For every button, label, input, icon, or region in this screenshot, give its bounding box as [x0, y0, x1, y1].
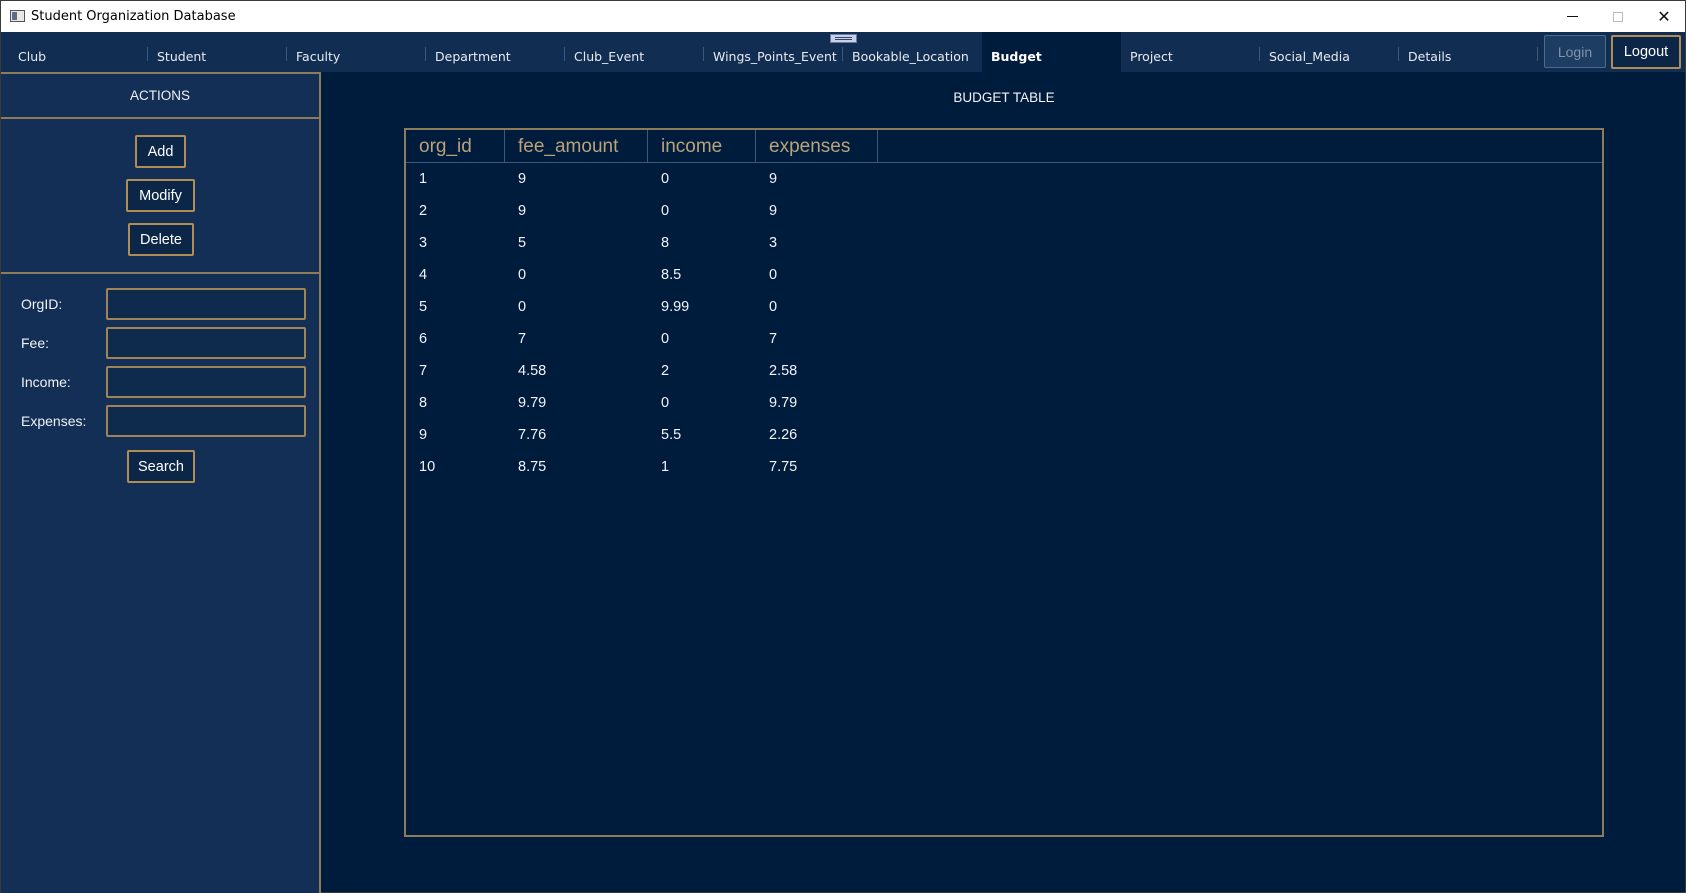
cell-fee-amount: 0: [518, 299, 527, 315]
window-title: Student Organization Database: [31, 9, 236, 24]
tab-details[interactable]: Details: [1399, 32, 1538, 72]
table-row[interactable]: 2 9 0 9: [406, 195, 1602, 227]
orgid-label: OrgID:: [21, 296, 63, 312]
cell-fee-amount: 5: [518, 235, 527, 251]
cell-expenses: 9.79: [769, 395, 798, 411]
column-header-org-id[interactable]: org_id: [406, 130, 505, 163]
search-button[interactable]: Search: [127, 450, 195, 483]
cell-expenses: 3: [769, 235, 778, 251]
cell-org-id: 8: [419, 395, 428, 411]
cell-income: 0: [661, 395, 670, 411]
table-row[interactable]: 8 9.79 0 9.79: [406, 387, 1602, 419]
expenses-label: Expenses:: [21, 413, 87, 429]
cell-income: 8: [661, 235, 670, 251]
cell-fee-amount: 9.79: [518, 395, 547, 411]
page-title: BUDGET TABLE: [953, 90, 1055, 105]
app-icon: [10, 10, 25, 22]
tab-department[interactable]: Department: [426, 32, 565, 72]
table-header: org_id fee_amount income expenses: [406, 130, 1602, 163]
cell-income: 0: [661, 171, 670, 187]
tab-project[interactable]: Project: [1121, 32, 1260, 72]
tab-club[interactable]: Club: [9, 32, 148, 72]
cell-fee-amount: 0: [518, 267, 527, 283]
table-row[interactable]: 10 8.75 1 7.75: [406, 451, 1602, 483]
tab-wings-points-event[interactable]: Wings_Points_Event: [704, 32, 843, 72]
actions-heading: ACTIONS: [1, 74, 319, 119]
cell-expenses: 0: [769, 299, 778, 315]
delete-button[interactable]: Delete: [128, 223, 194, 256]
cell-expenses: 0: [769, 267, 778, 283]
table-row[interactable]: 7 4.58 2 2.58: [406, 355, 1602, 387]
tab-budget[interactable]: Budget: [982, 32, 1121, 72]
cell-expenses: 9: [769, 171, 778, 187]
app-window: Student Organization Database ✕ Club Stu…: [0, 0, 1686, 893]
cell-fee-amount: 8.75: [518, 459, 547, 475]
cell-income: 2: [661, 363, 670, 379]
cell-fee-amount: 7.76: [518, 427, 547, 443]
tab-club-event[interactable]: Club_Event: [565, 32, 704, 72]
table-row[interactable]: 3 5 8 3: [406, 227, 1602, 259]
cell-org-id: 4: [419, 267, 428, 283]
table-row[interactable]: 9 7.76 5.5 2.26: [406, 419, 1602, 451]
cell-org-id: 6: [419, 331, 428, 347]
cell-org-id: 1: [419, 171, 428, 187]
cell-income: 8.5: [661, 267, 682, 283]
column-header-expenses[interactable]: expenses: [756, 130, 878, 163]
fee-field[interactable]: [106, 327, 306, 359]
cell-expenses: 2.26: [769, 427, 798, 443]
cell-income: 0: [661, 331, 670, 347]
cell-expenses: 9: [769, 203, 778, 219]
cell-income: 5.5: [661, 427, 682, 443]
close-button[interactable]: ✕: [1641, 1, 1686, 32]
cell-org-id: 3: [419, 235, 428, 251]
column-header-income[interactable]: income: [648, 130, 756, 163]
sidebar-divider: [1, 272, 319, 274]
cell-income: 9.99: [661, 299, 690, 315]
table-row[interactable]: 4 0 8.5 0: [406, 259, 1602, 291]
cell-org-id: 9: [419, 427, 428, 443]
cell-org-id: 10: [419, 459, 436, 475]
orgid-field[interactable]: [106, 288, 306, 320]
maximize-button[interactable]: [1595, 1, 1641, 32]
cell-expenses: 7: [769, 331, 778, 347]
tab-student[interactable]: Student: [148, 32, 287, 72]
login-button[interactable]: Login: [1544, 35, 1606, 68]
column-header-fee-amount[interactable]: fee_amount: [505, 130, 648, 163]
tab-faculty[interactable]: Faculty: [287, 32, 426, 72]
drag-grip-icon[interactable]: [830, 34, 857, 43]
cell-expenses: 7.75: [769, 459, 798, 475]
income-field[interactable]: [106, 366, 306, 398]
title-bar: Student Organization Database ✕: [1, 1, 1685, 32]
table-row[interactable]: 6 7 0 7: [406, 323, 1602, 355]
tab-social-media[interactable]: Social_Media: [1260, 32, 1399, 72]
table-row[interactable]: 5 0 9.99 0: [406, 291, 1602, 323]
fee-label: Fee:: [21, 335, 50, 351]
cell-fee-amount: 9: [518, 203, 527, 219]
close-icon: ✕: [1657, 7, 1671, 26]
actions-sidebar: ACTIONS Add Modify Delete OrgID: Fee: In…: [1, 72, 321, 893]
tab-bar: Club Student Faculty Department Club_Eve…: [1, 32, 1685, 72]
cell-fee-amount: 4.58: [518, 363, 547, 379]
budget-table: org_id fee_amount income expenses 1 9 0 …: [404, 128, 1604, 837]
income-label: Income:: [21, 374, 71, 390]
table-row[interactable]: 1 9 0 9: [406, 163, 1602, 195]
logout-button[interactable]: Logout: [1611, 35, 1681, 69]
modify-button[interactable]: Modify: [126, 179, 195, 212]
expenses-field[interactable]: [106, 405, 306, 437]
cell-expenses: 2.58: [769, 363, 798, 379]
minimize-button[interactable]: [1549, 1, 1595, 32]
minimize-icon: [1566, 16, 1578, 17]
maximize-icon: [1613, 11, 1623, 22]
cell-income: 1: [661, 459, 670, 475]
tab-bookable-location[interactable]: Bookable_Location: [843, 32, 982, 72]
cell-org-id: 5: [419, 299, 428, 315]
cell-org-id: 7: [419, 363, 428, 379]
cell-income: 0: [661, 203, 670, 219]
cell-fee-amount: 9: [518, 171, 527, 187]
cell-org-id: 2: [419, 203, 428, 219]
add-button[interactable]: Add: [135, 135, 186, 168]
cell-fee-amount: 7: [518, 331, 527, 347]
